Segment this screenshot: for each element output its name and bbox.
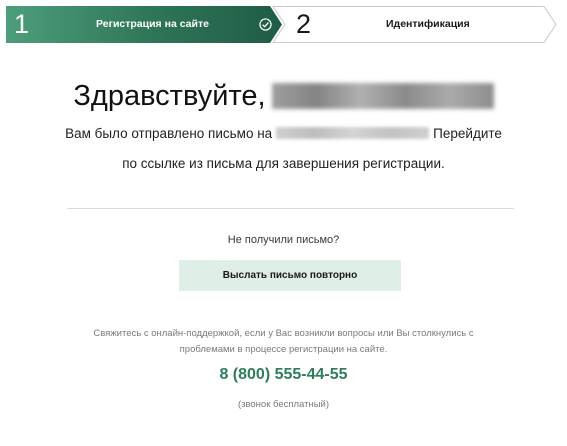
- email-redacted: [276, 127, 430, 139]
- step2-number: 2: [296, 9, 312, 39]
- stepper-background: [6, 6, 557, 43]
- step1-number: 1: [14, 9, 30, 39]
- check-circle-icon: [259, 18, 272, 31]
- sent-message-text: Вам было отправлено письмо на: [65, 126, 273, 141]
- not-received-label: Не получили письмо?: [227, 234, 340, 246]
- support-phone-link[interactable]: 8 (800) 555-44-55: [0, 366, 567, 384]
- support-text-line1: Свяжитесь с онлайн-поддержкой, если у Ва…: [93, 328, 474, 339]
- sent-message-line2: по ссылке из письма для завершения регис…: [122, 156, 445, 171]
- greeting-text: Здравствуйте,: [73, 80, 266, 112]
- greeting-heading: Здравствуйте,: [0, 80, 567, 113]
- sent-message-follow: Перейдите: [433, 126, 502, 141]
- sent-message-line1: Вам было отправлено письмо на Перейдите: [0, 126, 567, 141]
- step1-label: Регистрация на сайте: [96, 18, 209, 30]
- support-text-line2: проблемами в процессе регистрации на сай…: [179, 344, 388, 355]
- divider: [67, 208, 514, 209]
- resend-email-button[interactable]: Выслать письмо повторно: [179, 260, 401, 291]
- step2-label: Идентификация: [386, 18, 470, 30]
- free-call-note: (звонок бесплатный): [237, 399, 330, 410]
- registration-stepper: 1 Регистрация на сайте 2 Идентификация: [6, 6, 557, 43]
- user-name-redacted: [271, 83, 494, 109]
